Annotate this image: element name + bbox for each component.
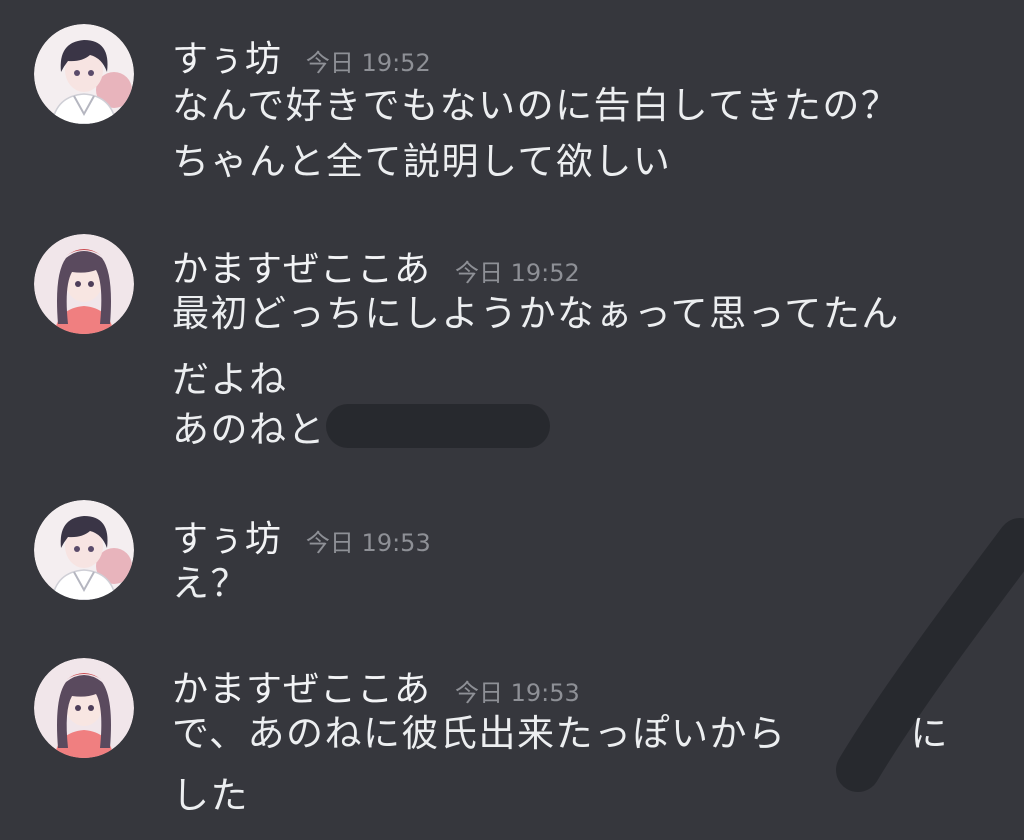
redaction-stroke [836,518,1024,792]
chat-message-list: すぅ坊 今日 19:52 なんで好きでもないのに告白してきたの？ ちゃんと全て説… [0,0,1024,840]
